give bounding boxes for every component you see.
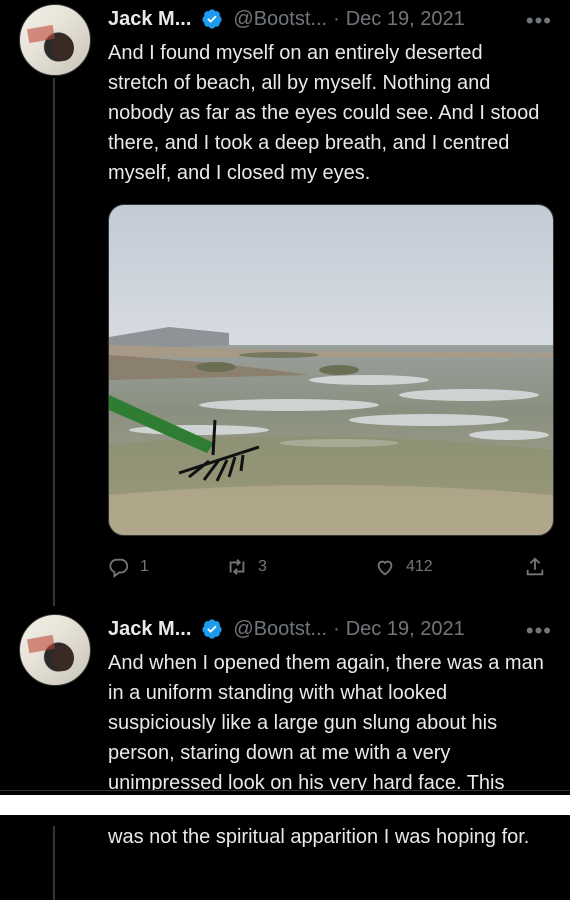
reply-count: 1 — [140, 558, 149, 575]
tweet-header: Jack M... @Bootst... · Dec 19, 2021 — [108, 614, 465, 644]
like-count: 412 — [406, 558, 433, 575]
separator-dot: · — [333, 7, 340, 30]
retweet-count: 3 — [258, 558, 267, 575]
tweet-text-continuation: was not the spiritual apparition I was h… — [108, 826, 530, 848]
verified-icon — [202, 9, 223, 29]
thread-line — [53, 78, 55, 606]
tweet-text: And when I opened them again, there was … — [108, 652, 544, 790]
share-button[interactable] — [524, 556, 556, 578]
verified-icon — [202, 619, 223, 639]
author-name[interactable]: Jack M... — [108, 8, 191, 31]
tweet-date[interactable]: Dec 19, 2021 — [346, 8, 465, 31]
like-icon — [377, 560, 393, 576]
author-handle[interactable]: @Bootst... — [233, 8, 327, 31]
avatar[interactable] — [19, 614, 91, 686]
reply-icon — [109, 558, 129, 578]
reply-button[interactable]: 1 — [108, 556, 149, 578]
thread-line — [53, 826, 55, 900]
retweet-button[interactable]: 3 — [226, 556, 267, 578]
separator-dot: · — [333, 617, 340, 640]
more-options-icon[interactable]: ••• — [526, 618, 552, 644]
divider — [0, 790, 570, 791]
tweet-photo[interactable] — [108, 204, 554, 536]
beach-photo — [109, 205, 553, 535]
author-name[interactable]: Jack M... — [108, 618, 191, 641]
avatar[interactable] — [19, 4, 91, 76]
screenshot-separator — [0, 795, 570, 815]
retweet-icon — [229, 559, 245, 575]
tweet-actions: 1 3 412 — [108, 556, 552, 582]
tweet-header: Jack M... @Bootst... · Dec 19, 2021 — [108, 4, 465, 34]
share-icon — [526, 557, 544, 576]
author-handle[interactable]: @Bootst... — [233, 618, 327, 641]
tweet-text: And I found myself on an entirely desert… — [108, 42, 540, 184]
like-button[interactable]: 412 — [374, 556, 433, 578]
more-options-icon[interactable]: ••• — [526, 8, 552, 34]
tweet-date[interactable]: Dec 19, 2021 — [346, 618, 465, 641]
